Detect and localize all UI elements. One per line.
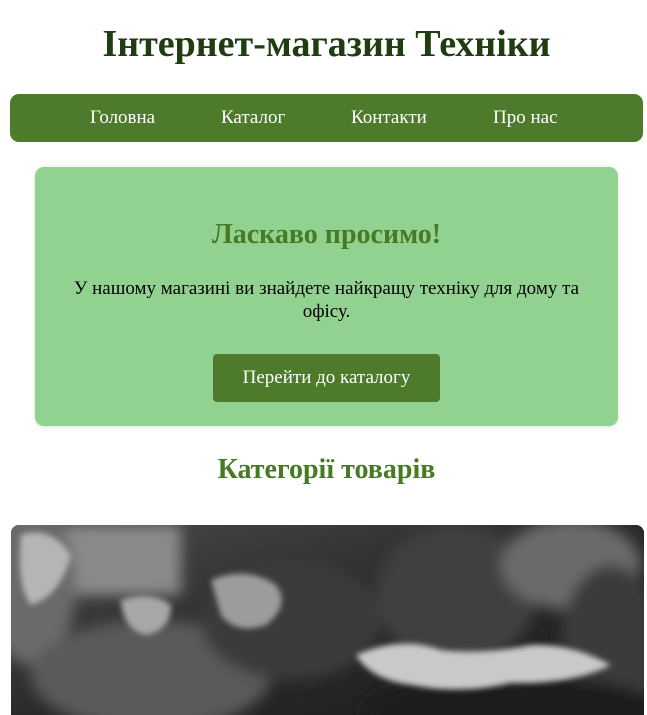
main-nav: Головна Каталог Контакти Про нас (10, 94, 643, 142)
page: Інтернет-магазин Техніки Головна Каталог… (0, 0, 647, 715)
welcome-title: Ласкаво просимо! (211, 219, 442, 250)
go-to-catalog-button[interactable]: Перейти до каталогу (213, 354, 440, 402)
category-photo (11, 525, 644, 715)
site-title: Інтернет-магазин Техніки (102, 23, 551, 65)
welcome-banner: Ласкаво просимо! У нашому магазині ви зн… (35, 167, 618, 426)
nav-link-catalog[interactable]: Каталог (221, 94, 285, 142)
nav-link-contacts[interactable]: Контакти (351, 94, 427, 142)
nav-link-about[interactable]: Про нас (493, 94, 558, 142)
nav-link-home[interactable]: Головна (90, 94, 155, 142)
welcome-text: У нашому магазині ви знайдете найкращу т… (73, 278, 580, 322)
category-card[interactable] (11, 525, 644, 715)
categories-title: Категорії товарів (217, 454, 436, 485)
